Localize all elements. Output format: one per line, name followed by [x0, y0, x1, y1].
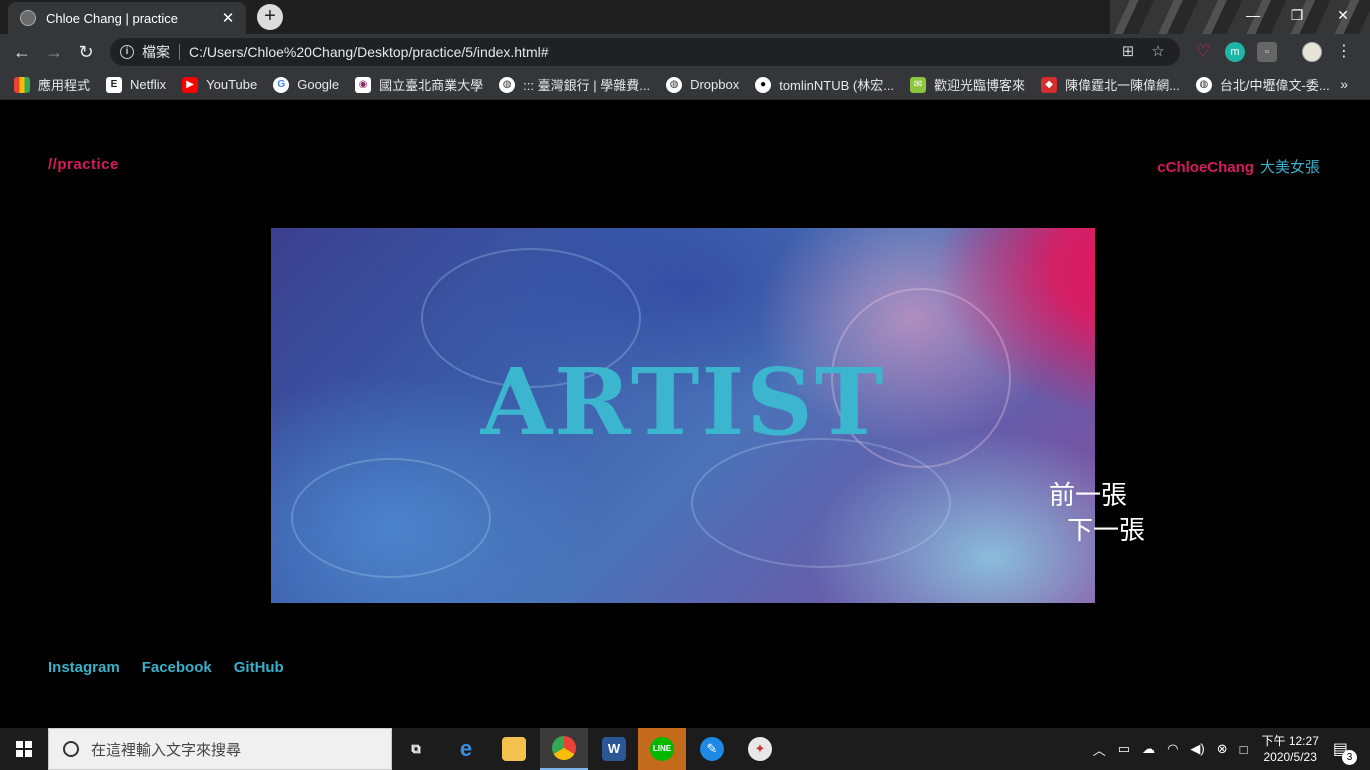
ime-icon[interactable]: □	[1240, 742, 1248, 757]
menu-kebab-icon[interactable]: ⋮	[1334, 42, 1354, 62]
info-icon[interactable]: i	[120, 45, 134, 59]
author-zh: 大美女張	[1259, 159, 1320, 176]
chrome-icon	[552, 736, 576, 760]
extension-box-icon[interactable]: ▫	[1257, 42, 1277, 62]
bookmark-bank[interactable]: ◍ ::: 臺灣銀行 | 學雜費...	[499, 75, 650, 94]
bookmark-books[interactable]: ✉ 歡迎光臨博客來	[910, 75, 1025, 94]
word-app[interactable]: W	[590, 728, 638, 770]
task-view-button[interactable]: ⧉	[392, 728, 440, 770]
facebook-link[interactable]: Facebook	[142, 659, 212, 676]
back-arrow-icon[interactable]: ←	[6, 36, 38, 68]
google-icon: G	[273, 76, 290, 93]
network-error-icon[interactable]: ⊗	[1217, 741, 1228, 757]
task-view-icon: ⧉	[411, 741, 421, 756]
instagram-link[interactable]: Instagram	[48, 659, 120, 676]
smoke-swirl	[291, 458, 491, 578]
social-links: Instagram Facebook GitHub	[48, 659, 306, 676]
volume-icon[interactable]: ◀)	[1190, 741, 1204, 757]
minimize-button[interactable]: —	[1230, 0, 1276, 30]
star-icon[interactable]: ☆	[1150, 44, 1166, 60]
windows-taskbar: 在這裡輸入文字來搜尋 ⧉ e W LINE ✎ ✦ ︿ ▭ ☁ ◠ ◀) ⊗ □…	[0, 728, 1370, 770]
edge-icon: e	[459, 736, 473, 761]
heart-extension-icon[interactable]: ♡	[1193, 42, 1213, 62]
new-tab-button[interactable]: +	[257, 4, 283, 30]
search-icon	[63, 741, 79, 757]
battery-icon[interactable]: ▭	[1118, 741, 1130, 757]
apps-grid-icon	[14, 76, 30, 93]
bookmark-taipei[interactable]: ◍ 台北/中壢偉文-委...	[1195, 75, 1330, 94]
ntub-icon: ◉	[355, 76, 372, 93]
bookmark-google[interactable]: G Google	[273, 76, 339, 93]
cloud-icon[interactable]: ☁	[1142, 741, 1155, 757]
netflix-icon: E	[106, 76, 123, 93]
edge-app[interactable]: e	[442, 728, 490, 770]
site-brand[interactable]: //practice	[48, 156, 119, 173]
github-icon: ●	[755, 76, 772, 93]
tab-title: Chloe Chang | practice	[46, 10, 179, 26]
globe-icon: ◍	[666, 76, 683, 93]
author-name: cChloeChang 大美女張	[1157, 156, 1320, 177]
search-placeholder: 在這裡輸入文字來搜尋	[91, 741, 242, 759]
prev-slide-button[interactable]: 前一張	[1049, 475, 1127, 512]
paint-app[interactable]: ✦	[736, 728, 784, 770]
favicon-icon	[20, 10, 36, 26]
books-icon: ✉	[910, 76, 927, 93]
chevron-up-icon[interactable]: ︿	[1093, 740, 1106, 759]
address-bar[interactable]: i 檔案 C:/Users/Chloe%20Chang/Desktop/prac…	[110, 38, 1180, 66]
taskbar-search[interactable]: 在這裡輸入文字來搜尋	[48, 728, 392, 770]
github-link[interactable]: GitHub	[234, 659, 284, 676]
bookmark-github[interactable]: ● tomlinNTUB (林宏...	[755, 75, 894, 94]
bookmark-netflix[interactable]: E Netflix	[106, 76, 166, 93]
windows-logo-icon	[16, 741, 32, 757]
hero-image: ARTIST	[271, 228, 1095, 603]
folder-icon	[502, 737, 526, 761]
start-button[interactable]	[0, 728, 48, 770]
line-app[interactable]: LINE	[638, 728, 686, 770]
bookmark-apps[interactable]: 應用程式	[14, 75, 90, 94]
restore-button[interactable]: ❐	[1274, 0, 1320, 30]
bookmark-dropbox[interactable]: ◍ Dropbox	[666, 76, 739, 93]
next-slide-button[interactable]: 下一張	[1067, 510, 1145, 547]
notification-center-icon[interactable]: ▤ 3	[1333, 739, 1357, 765]
bookmarks-overflow-icon[interactable]: »	[1340, 76, 1348, 92]
profile-avatar[interactable]	[1302, 42, 1322, 62]
forward-arrow-icon[interactable]: →	[38, 36, 70, 68]
globe-icon: ◍	[499, 76, 516, 93]
word-icon: W	[602, 737, 626, 761]
pen-app[interactable]: ✎	[688, 728, 736, 770]
page-content: //practice cChloeChang 大美女張 ARTIST 前一張 下一…	[0, 101, 1370, 728]
url-text[interactable]: C:/Users/Chloe%20Chang/Desktop/practice/…	[189, 44, 1120, 60]
tab-strip: Chloe Chang | practice ✕ + — ❐ ✕	[0, 0, 1370, 34]
bookmark-chen[interactable]: ◆ 陳偉霆北一陳偉網...	[1041, 75, 1180, 94]
system-tray: ︿ ▭ ☁ ◠ ◀) ⊗ □ 下午 12:27 2020/5/23 ▤ 3	[1087, 728, 1370, 770]
bookmarks-bar: 應用程式 E Netflix ▶ YouTube G Google ◉ 國立臺北…	[0, 70, 1370, 100]
browser-toolbar: ← → ↻ i 檔案 C:/Users/Chloe%20Chang/Deskto…	[0, 34, 1370, 70]
m-extension-icon[interactable]: m	[1225, 42, 1245, 62]
divider	[179, 44, 180, 60]
clock-time: 下午 12:27	[1261, 734, 1319, 748]
globe-icon: ◍	[1195, 76, 1212, 93]
tab-close-icon[interactable]: ✕	[220, 9, 236, 27]
line-icon: LINE	[650, 737, 674, 761]
file-explorer-app[interactable]	[490, 728, 538, 770]
bookmark-youtube[interactable]: ▶ YouTube	[182, 76, 257, 93]
translate-icon[interactable]: ⊞	[1120, 44, 1136, 60]
notification-count: 3	[1342, 750, 1357, 765]
author-en: cChloeChang	[1157, 159, 1254, 176]
pen-icon: ✎	[700, 737, 724, 761]
bookmark-red-icon: ◆	[1041, 76, 1058, 93]
clock[interactable]: 下午 12:27 2020/5/23	[1262, 733, 1319, 765]
reload-icon[interactable]: ↻	[70, 36, 102, 68]
clock-date: 2020/5/23	[1263, 750, 1317, 764]
hero-title: ARTIST	[480, 348, 886, 456]
paint-palette-icon: ✦	[748, 737, 772, 761]
bookmark-ntub[interactable]: ◉ 國立臺北商業大學	[355, 75, 483, 94]
youtube-icon: ▶	[182, 76, 199, 93]
close-window-button[interactable]: ✕	[1320, 0, 1366, 30]
chrome-app[interactable]	[540, 728, 588, 770]
browser-tab[interactable]: Chloe Chang | practice ✕	[8, 2, 246, 34]
wifi-icon[interactable]: ◠	[1167, 741, 1178, 757]
scheme-label: 檔案	[142, 44, 170, 60]
